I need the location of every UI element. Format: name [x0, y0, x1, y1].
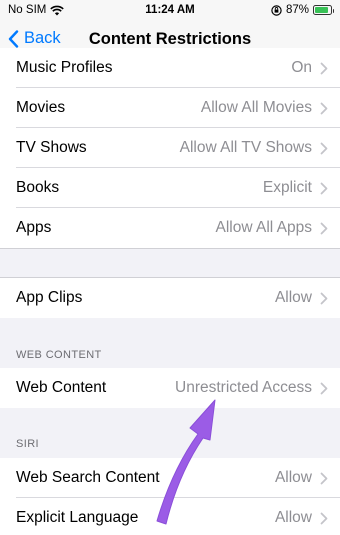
- status-right: 87%: [271, 4, 334, 16]
- content-types-group: Music Profiles On Movies Allow All Movie…: [0, 48, 340, 248]
- section-header-web-content: WEB CONTENT: [16, 349, 102, 361]
- siri-group: Web Search Content Allow Explicit Langua…: [0, 458, 340, 535]
- chevron-right-icon: [320, 292, 328, 304]
- section-spacer: [0, 248, 340, 278]
- chevron-right-icon: [320, 382, 328, 394]
- row-label: Movies: [16, 99, 66, 116]
- row-value: Allow All Apps: [215, 219, 313, 236]
- row-web-content[interactable]: Web Content Unrestricted Access: [0, 368, 340, 408]
- page-title: Content Restrictions: [88, 30, 252, 48]
- orientation-lock-icon: [271, 4, 282, 16]
- row-apps[interactable]: Apps Allow All Apps: [0, 208, 340, 248]
- chevron-right-icon: [320, 222, 328, 234]
- row-value: Allow All Movies: [200, 99, 312, 116]
- row-value: Allow: [274, 469, 312, 486]
- row-music-profiles[interactable]: Music Profiles On: [0, 48, 340, 88]
- battery-fill: [315, 7, 329, 13]
- chevron-right-icon: [320, 62, 328, 74]
- row-tv-shows[interactable]: TV Shows Allow All TV Shows: [0, 128, 340, 168]
- row-value: Allow: [274, 509, 312, 526]
- row-app-clips[interactable]: App Clips Allow: [0, 278, 340, 318]
- row-value: Unrestricted Access: [175, 379, 312, 396]
- chevron-right-icon: [320, 472, 328, 484]
- row-label: Web Content: [16, 379, 107, 396]
- row-label: Music Profiles: [16, 59, 113, 76]
- chevron-right-icon: [320, 182, 328, 194]
- row-label: App Clips: [16, 289, 83, 306]
- chevron-right-icon: [320, 102, 328, 114]
- row-value: Allow All TV Shows: [179, 139, 312, 156]
- row-value: On: [291, 59, 312, 76]
- row-label: Web Search Content: [16, 469, 160, 486]
- web-content-group: Web Content Unrestricted Access: [0, 368, 340, 408]
- row-movies[interactable]: Movies Allow All Movies: [0, 88, 340, 128]
- chevron-right-icon: [320, 142, 328, 154]
- row-value: Explicit: [262, 179, 312, 196]
- section-header-siri: SIRI: [16, 438, 39, 450]
- row-value: Allow: [274, 289, 312, 306]
- battery-percent: 87%: [285, 4, 309, 16]
- row-label: Books: [16, 179, 60, 196]
- status-bar: No SIM 11:24 AM 87%: [0, 0, 340, 20]
- row-label: Apps: [16, 219, 52, 236]
- row-label: Explicit Language: [16, 509, 139, 526]
- row-explicit-language[interactable]: Explicit Language Allow: [0, 498, 340, 535]
- row-web-search-content[interactable]: Web Search Content Allow: [0, 458, 340, 498]
- battery-icon: [313, 5, 334, 15]
- row-label: TV Shows: [16, 139, 87, 156]
- row-books[interactable]: Books Explicit: [0, 168, 340, 208]
- chevron-right-icon: [320, 512, 328, 524]
- app-clips-group: App Clips Allow: [0, 278, 340, 318]
